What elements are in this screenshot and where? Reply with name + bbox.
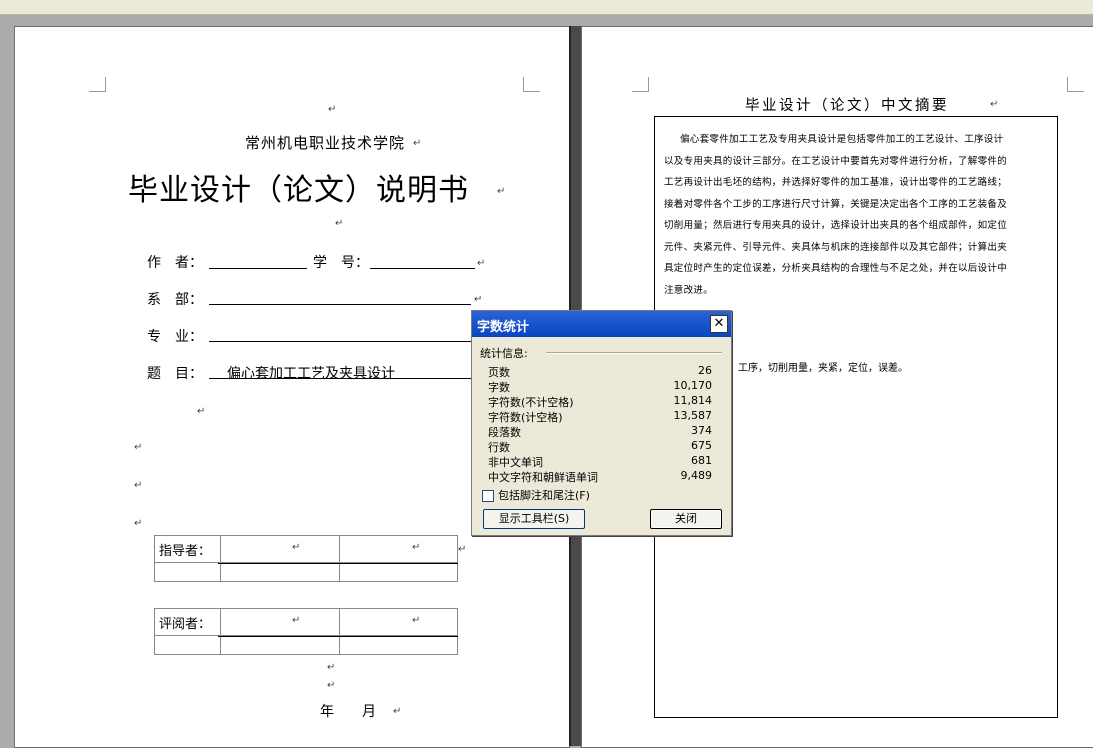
advisor-cell[interactable] (338, 562, 459, 582)
date-label: 年 月 (320, 704, 376, 720)
stat-label: 字符数(不计空格) (488, 396, 574, 409)
margin-corner-mark (1067, 77, 1084, 92)
word-count-dialog[interactable]: 字数统计 ✕ 统计信息: 页数 26 字数 10,170 字符数(不计空格) 1… (471, 310, 732, 536)
stat-value: 13,587 (673, 409, 713, 422)
stat-row-chars-with-spaces: 字符数(计空格) 13,587 (488, 409, 712, 424)
major-field[interactable] (209, 327, 471, 342)
advisor-cell[interactable] (220, 535, 340, 563)
student-id-label: 学 号： (313, 255, 369, 271)
advisor-cell[interactable] (153, 562, 222, 582)
paragraph-mark: ↵ (335, 218, 344, 229)
keywords-fragment: 工序，切削用量，夹紧，定位，误差。 (738, 363, 908, 374)
department-label: 系 部： (147, 292, 203, 308)
stat-row-paragraphs: 段落数 374 (488, 424, 712, 439)
row-mark: ↵ (458, 544, 467, 555)
paragraph-mark: ↵ (197, 406, 206, 417)
stat-value: 374 (691, 424, 712, 437)
cell-mark: ↵ (412, 542, 421, 553)
abstract-line: 具定位时产生的定位误差，分析夹具结构的合理性与不足之处，并在以后设计中 (664, 263, 1008, 274)
paragraph-mark: ↵ (990, 99, 999, 110)
paragraph-mark: ↵ (393, 706, 402, 717)
paragraph-mark: ↵ (474, 294, 483, 305)
stat-value: 11,814 (673, 394, 713, 407)
abstract-line: 接着对零件各个工步的工序进行尺寸计算，关键是决定出各个工序的工艺装备及 (664, 198, 1008, 210)
author-label: 作 者： (147, 255, 203, 271)
document-title: 毕业设计（论文）说明书 (128, 173, 469, 208)
stat-label: 字符数(计空格) (488, 411, 563, 424)
stat-value: 681 (691, 454, 712, 467)
stat-row-chinese-korean-words: 中文字符和朝鲜语单词 9,489 (488, 469, 712, 484)
reviewer-cell[interactable] (220, 635, 340, 655)
stat-value: 675 (691, 439, 712, 452)
student-id-field[interactable] (370, 254, 475, 269)
stat-label: 页数 (488, 366, 510, 379)
stat-value: 26 (698, 364, 712, 377)
stat-row-non-chinese-words: 非中文单词 681 (488, 454, 712, 469)
stat-row-words: 字数 10,170 (488, 379, 712, 394)
dialog-title: 字数统计 (477, 320, 530, 335)
stat-label: 字数 (488, 381, 510, 394)
abstract-line: 切削用量；然后进行专用夹具的设计，选择设计出夹具的各个组成部件，如定位 (664, 220, 1008, 231)
close-icon[interactable]: ✕ (710, 315, 728, 333)
paragraph-mark: ↵ (328, 104, 337, 115)
reviewer-cell[interactable] (220, 608, 340, 636)
stat-label: 中文字符和朝鲜语单词 (488, 471, 598, 484)
advisor-label: 指导者： (153, 535, 222, 563)
window-top-bar (0, 0, 1093, 15)
stat-value: 10,170 (673, 379, 713, 392)
paragraph-mark: ↵ (477, 258, 486, 269)
stats-section-label: 统计信息: (480, 347, 528, 360)
close-button[interactable]: 关闭 (650, 509, 722, 529)
cell-mark: ↵ (292, 542, 301, 553)
paragraph-mark: ↵ (413, 138, 422, 149)
abstract-line: 工艺再设计出毛坯的结构，并选择好零件的加工基准，设计出零件的工艺路线； (664, 177, 1008, 188)
stat-row-chars-no-spaces: 字符数(不计空格) 11,814 (488, 394, 712, 409)
show-toolbar-button[interactable]: 显示工具栏(S) (483, 509, 585, 529)
major-label: 专 业： (147, 329, 203, 345)
paragraph-mark: ↵ (327, 662, 336, 673)
dialog-title-bar[interactable]: 字数统计 ✕ (472, 311, 731, 337)
stat-label: 段落数 (488, 426, 521, 439)
margin-corner-mark (89, 77, 106, 92)
author-field[interactable] (209, 254, 307, 269)
paragraph-mark: ↵ (134, 480, 143, 491)
include-footnotes-checkbox[interactable] (482, 490, 494, 502)
include-footnotes-label: 包括脚注和尾注(F) (498, 489, 590, 502)
department-field[interactable] (209, 290, 471, 305)
margin-corner-mark (523, 77, 540, 92)
topic-value: 偏心套加工工艺及夹具设计 (227, 366, 395, 382)
school-name: 常州机电职业技术学院 (245, 134, 406, 152)
stat-label: 行数 (488, 441, 510, 454)
paragraph-mark: ↵ (134, 442, 143, 453)
stat-value: 9,489 (680, 469, 713, 482)
cell-mark: ↵ (412, 615, 421, 626)
cell-mark: ↵ (292, 615, 301, 626)
paragraph-mark: ↵ (327, 680, 336, 691)
stat-row-pages: 页数 26 (488, 364, 712, 379)
reviewer-cell[interactable] (153, 635, 222, 655)
section-separator (546, 352, 722, 354)
signature-line (218, 563, 458, 564)
abstract-heading: 毕业设计（论文）中文摘要 (745, 98, 949, 114)
paragraph-mark: ↵ (497, 186, 506, 197)
advisor-cell[interactable] (338, 535, 459, 563)
reviewer-label: 评阅者： (153, 608, 222, 636)
abstract-line: 偏心套零件加工工艺及专用夹具设计是包括零件加工的工艺设计、工序设计 (680, 134, 1004, 145)
abstract-line: 以及专用夹具的设计三部分。在工艺设计中要首先对零件进行分析，了解零件的 (664, 155, 1008, 167)
paragraph-mark: ↵ (134, 518, 143, 529)
abstract-line: 元件、夹紧元件、引导元件、夹具体与机床的连接部件以及其它部件；计算出夹 (664, 241, 1008, 253)
reviewer-cell[interactable] (338, 635, 459, 655)
margin-corner-mark (632, 77, 649, 92)
topic-label: 题 目： (147, 366, 203, 382)
advisor-cell[interactable] (220, 562, 340, 582)
reviewer-cell[interactable] (338, 608, 459, 636)
signature-line (218, 636, 458, 637)
stat-row-lines: 行数 675 (488, 439, 712, 454)
stat-label: 非中文单词 (488, 456, 543, 469)
abstract-line: 注意改进。 (664, 284, 714, 296)
abstract-body: 偏心套零件加工工艺及专用夹具设计是包括零件加工的工艺设计、工序设计 以及专用夹具… (664, 129, 1056, 301)
